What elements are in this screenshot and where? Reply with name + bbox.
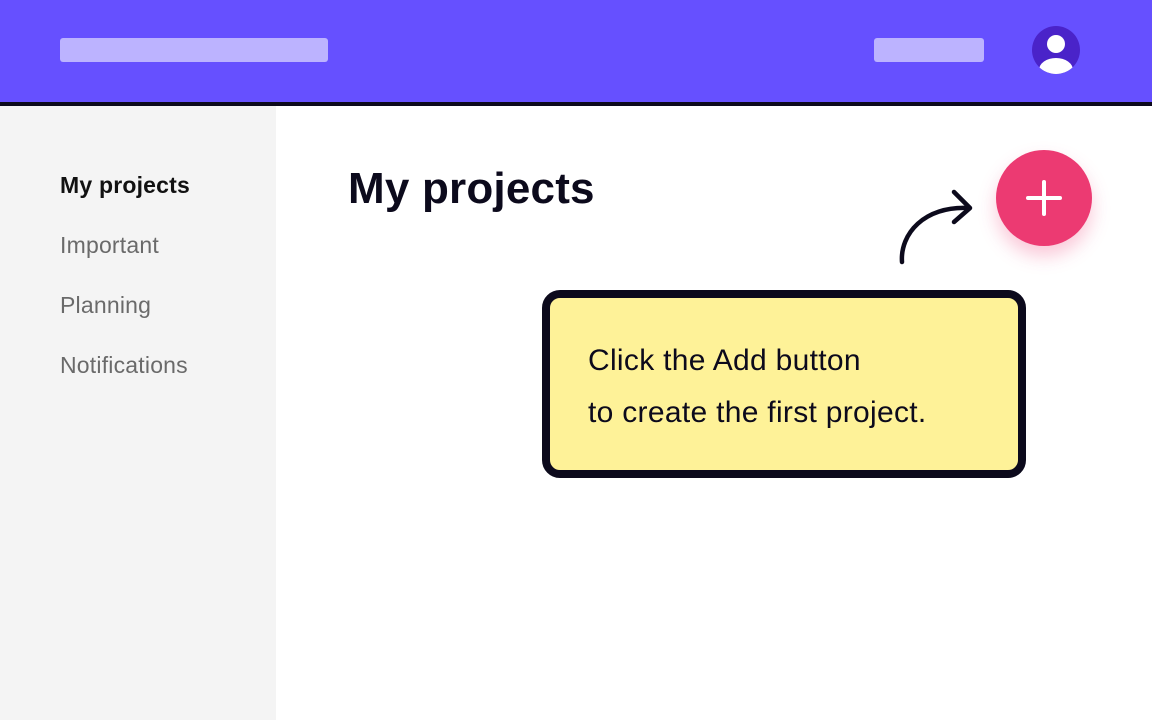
- tooltip-line-2: to create the first project.: [588, 396, 927, 429]
- logo-placeholder: [60, 38, 328, 62]
- page-title: My projects: [348, 164, 595, 213]
- sidebar-item-planning[interactable]: Planning: [60, 292, 151, 319]
- sidebar-item-important[interactable]: Important: [60, 232, 159, 259]
- sidebar-item-notifications[interactable]: Notifications: [60, 352, 188, 379]
- sidebar-item-my-projects[interactable]: My projects: [60, 172, 190, 199]
- curved-arrow-icon: [899, 189, 973, 265]
- app-header: [0, 0, 1152, 106]
- plus-icon: [1026, 180, 1062, 216]
- tooltip-line-1: Click the Add button: [588, 344, 861, 377]
- sidebar: My projects Important Planning Notificat…: [0, 106, 276, 720]
- user-avatar-button[interactable]: [1032, 26, 1080, 74]
- nav-placeholder[interactable]: [874, 38, 984, 62]
- onboarding-tooltip: Click the Add button to create the first…: [542, 290, 1026, 478]
- user-avatar-icon: [1039, 35, 1073, 74]
- add-project-button[interactable]: [996, 150, 1092, 246]
